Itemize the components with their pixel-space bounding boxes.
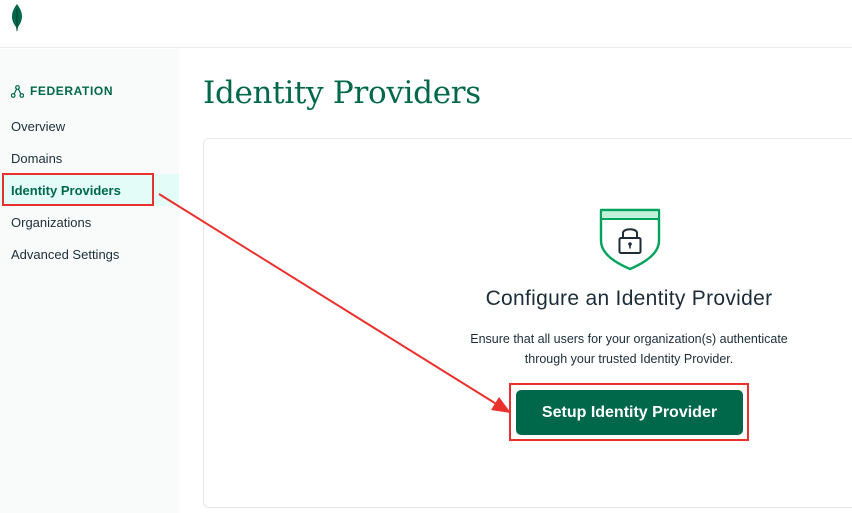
shield-lock-icon (599, 208, 661, 271)
card-heading: Configure an Identity Provider (485, 287, 773, 310)
federation-icon (11, 84, 24, 98)
leaf-logo-icon[interactable] (9, 3, 25, 33)
card-description-line: Ensure that all users for your organizat… (470, 332, 788, 346)
sidebar-item-organizations[interactable]: Organizations (0, 206, 179, 238)
page-title: Identity Providers (203, 75, 481, 111)
card-description: Ensure that all users for your organizat… (403, 329, 852, 369)
sidebar-section-header: FEDERATION (11, 82, 113, 100)
sidebar-item-advanced-settings[interactable]: Advanced Settings (0, 238, 179, 270)
sidebar-item-identity-providers[interactable]: Identity Providers (0, 174, 179, 206)
top-bar (0, 0, 852, 48)
card-description-line: through your trusted Identity Provider. (524, 352, 734, 366)
setup-identity-provider-button[interactable]: Setup Identity Provider (516, 390, 743, 435)
sidebar-item-domains[interactable]: Domains (0, 142, 179, 174)
sidebar-item-overview[interactable]: Overview (0, 110, 179, 142)
sidebar: FEDERATION Overview Domains Identity Pro… (0, 49, 179, 513)
sidebar-section-label: FEDERATION (30, 84, 114, 98)
empty-state-card (203, 138, 852, 508)
